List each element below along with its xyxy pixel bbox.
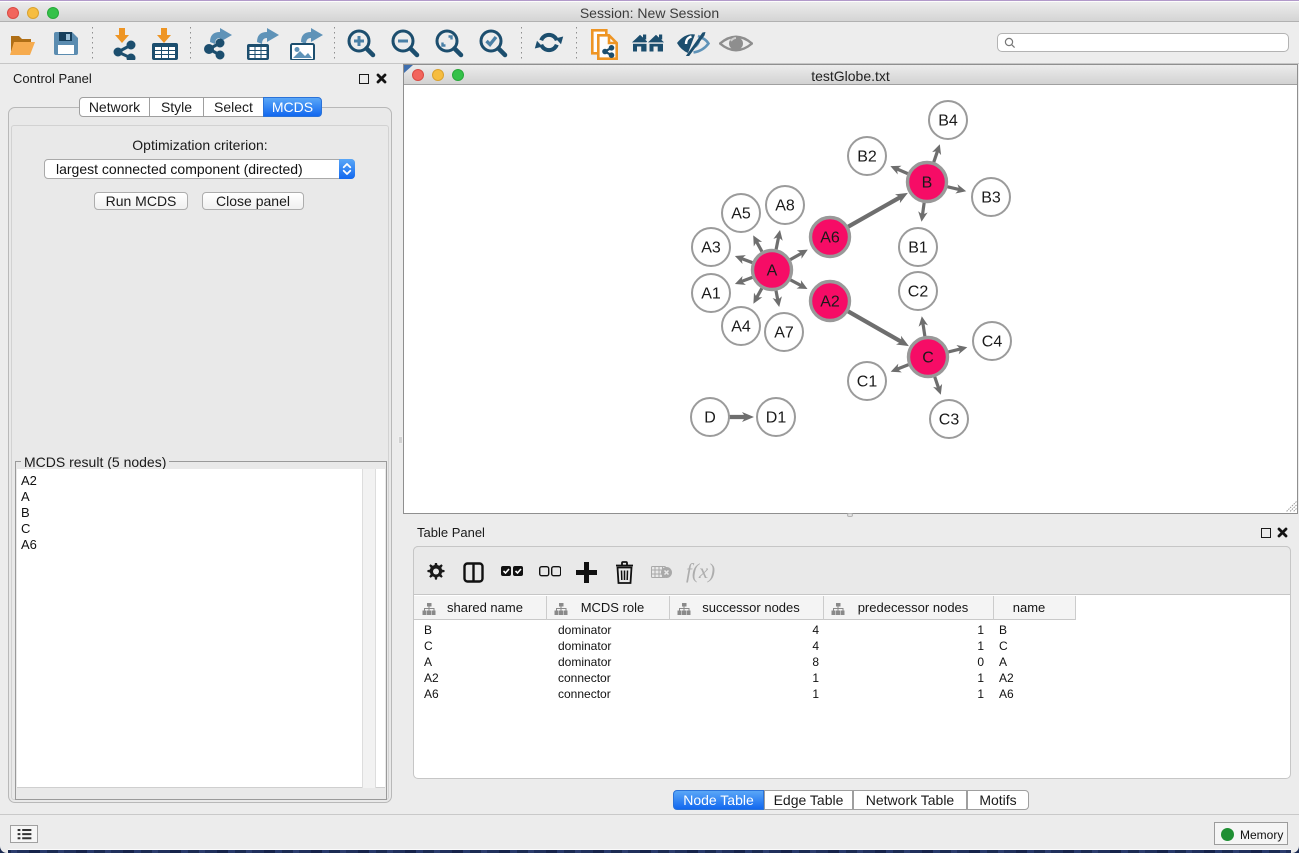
svg-text:A: A [767,263,778,280]
svg-text:B2: B2 [857,149,877,166]
svg-text:C3: C3 [939,412,960,429]
svg-text:C1: C1 [857,374,878,391]
svg-text:B: B [922,175,933,192]
svg-text:A6: A6 [820,230,840,247]
svg-text:B4: B4 [938,113,958,130]
svg-text:D1: D1 [766,410,787,427]
svg-text:B3: B3 [981,190,1001,207]
svg-text:D: D [704,410,716,427]
svg-text:A8: A8 [775,198,795,215]
svg-text:A4: A4 [731,319,751,336]
svg-text:C4: C4 [982,334,1003,351]
svg-text:B1: B1 [908,240,928,257]
svg-text:C: C [922,350,934,367]
svg-text:C2: C2 [908,284,929,301]
svg-text:A5: A5 [731,206,751,223]
svg-text:A3: A3 [701,240,721,257]
svg-text:A7: A7 [774,325,794,342]
svg-text:A2: A2 [820,294,840,311]
svg-text:A1: A1 [701,286,721,303]
